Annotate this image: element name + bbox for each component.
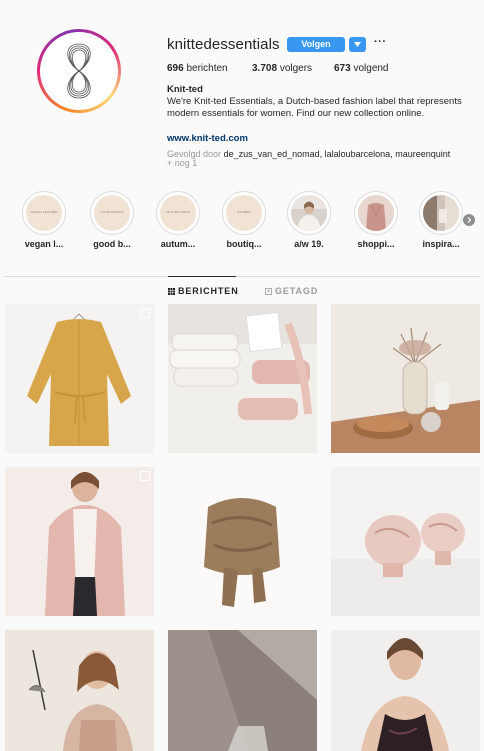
highlight-shopping[interactable]: shoppi... bbox=[350, 191, 402, 249]
post-image-marble-lamps bbox=[331, 467, 480, 616]
stat-following-label: volgend bbox=[353, 63, 389, 74]
tab-posts[interactable]: BERICHTEN bbox=[168, 286, 239, 296]
multiple-photos-icon bbox=[140, 471, 150, 481]
profile-bio: We're Knit-ted Essentials, a Dutch-based… bbox=[167, 96, 462, 119]
multiple-photos-icon bbox=[140, 308, 150, 318]
highlight-label: autum... bbox=[160, 239, 196, 249]
highlight-label: inspira... bbox=[422, 239, 460, 249]
active-tab-indicator bbox=[168, 276, 236, 277]
highlights-next-button[interactable] bbox=[463, 214, 475, 226]
post-image-silk-top bbox=[331, 630, 480, 751]
followed-by[interactable]: Gevolgd door de_zus_van_ed_nomad, lalalo… bbox=[167, 150, 482, 168]
chevron-right-icon bbox=[467, 217, 472, 223]
highlight-label: shoppi... bbox=[357, 239, 395, 249]
highlight-good-basics[interactable]: GOOD BASICS good b... bbox=[86, 191, 138, 249]
post-tile[interactable] bbox=[168, 304, 317, 453]
highlight-label: good b... bbox=[93, 239, 131, 249]
post-tile[interactable] bbox=[5, 630, 154, 751]
highlight-label: boutiq... bbox=[226, 239, 262, 249]
highlight-boutiques[interactable]: STORES boutiq... bbox=[218, 191, 270, 249]
knit-ted-logo-icon bbox=[40, 32, 118, 110]
post-image-vase-still-life bbox=[331, 304, 480, 453]
post-tile[interactable] bbox=[5, 467, 154, 616]
stat-posts-label: berichten bbox=[186, 63, 228, 74]
post-tile[interactable] bbox=[331, 467, 480, 616]
tagged-icon bbox=[265, 287, 272, 295]
post-image-yellow-dress bbox=[5, 304, 154, 453]
followed-by-more: + nog 1 bbox=[167, 158, 198, 168]
stat-following-count: 673 bbox=[334, 63, 351, 74]
post-image-shadow-room bbox=[168, 630, 317, 751]
stat-followers[interactable]: 3.708 volgers bbox=[252, 63, 312, 74]
stat-followers-label: volgers bbox=[279, 63, 313, 74]
post-image-knit-model bbox=[5, 630, 154, 751]
highlight-cover: VEGAN LEATHER bbox=[22, 191, 66, 235]
grid-icon bbox=[168, 287, 175, 295]
post-tile[interactable] bbox=[168, 467, 317, 616]
highlight-cover bbox=[354, 191, 398, 235]
more-options-button[interactable]: ··· bbox=[374, 36, 387, 48]
post-tile[interactable] bbox=[331, 630, 480, 751]
stat-followers-count: 3.708 bbox=[252, 63, 278, 74]
highlight-cover-text: GOOD BASICS bbox=[100, 210, 124, 214]
highlight-cover-text: STORES bbox=[237, 210, 251, 214]
followed-by-names: de_zus_van_ed_nomad, lalaloubarcelona, m… bbox=[223, 149, 451, 159]
post-tile[interactable] bbox=[168, 630, 317, 751]
post-image-pink-cardigan bbox=[5, 467, 154, 616]
highlight-inspiration[interactable]: inspira... bbox=[415, 191, 467, 249]
suggestions-dropdown-button[interactable] bbox=[349, 37, 366, 52]
stat-following[interactable]: 673 volgend bbox=[334, 63, 389, 74]
post-tile[interactable] bbox=[5, 304, 154, 453]
stat-posts: 696 berichten bbox=[167, 63, 228, 74]
highlight-photo-image bbox=[423, 195, 459, 231]
profile-avatar[interactable] bbox=[37, 29, 121, 113]
profile-username: knittedessentials bbox=[167, 36, 280, 53]
highlight-photo-image bbox=[291, 195, 327, 231]
highlight-autumn[interactable]: AUTUMN SHOP autum... bbox=[152, 191, 204, 249]
highlight-cover: STORES bbox=[222, 191, 266, 235]
highlight-cover-text: VEGAN LEATHER bbox=[30, 210, 58, 214]
highlight-cover-text: AUTUMN SHOP bbox=[165, 210, 191, 214]
highlight-label: a/w 19. bbox=[294, 239, 324, 249]
highlight-cover bbox=[419, 191, 463, 235]
highlight-cover: GOOD BASICS bbox=[90, 191, 134, 235]
tab-tagged-label: GETAGD bbox=[275, 286, 319, 296]
highlight-photo-image bbox=[358, 195, 394, 231]
tab-posts-label: BERICHTEN bbox=[178, 286, 239, 296]
tab-tagged[interactable]: GETAGD bbox=[265, 286, 318, 296]
stat-posts-count: 696 bbox=[167, 63, 184, 74]
post-image-folded-knits bbox=[168, 304, 317, 453]
post-tile[interactable] bbox=[331, 304, 480, 453]
highlight-vegan-leather[interactable]: VEGAN LEATHER vegan l... bbox=[18, 191, 70, 249]
follow-button[interactable]: Volgen bbox=[287, 37, 345, 52]
tabs-divider bbox=[4, 276, 480, 277]
highlight-cover bbox=[287, 191, 331, 235]
profile-page: knittedessentials Volgen ··· 696 bericht… bbox=[0, 0, 484, 751]
highlight-cover: AUTUMN SHOP bbox=[156, 191, 200, 235]
profile-website-link[interactable]: www.knit-ted.com bbox=[167, 133, 248, 144]
highlight-aw19[interactable]: a/w 19. bbox=[283, 191, 335, 249]
chevron-down-icon bbox=[354, 42, 361, 47]
post-image-knotted-sweater bbox=[168, 467, 317, 616]
profile-full-name: Knit-ted bbox=[167, 84, 203, 95]
highlight-label: vegan l... bbox=[24, 239, 64, 249]
